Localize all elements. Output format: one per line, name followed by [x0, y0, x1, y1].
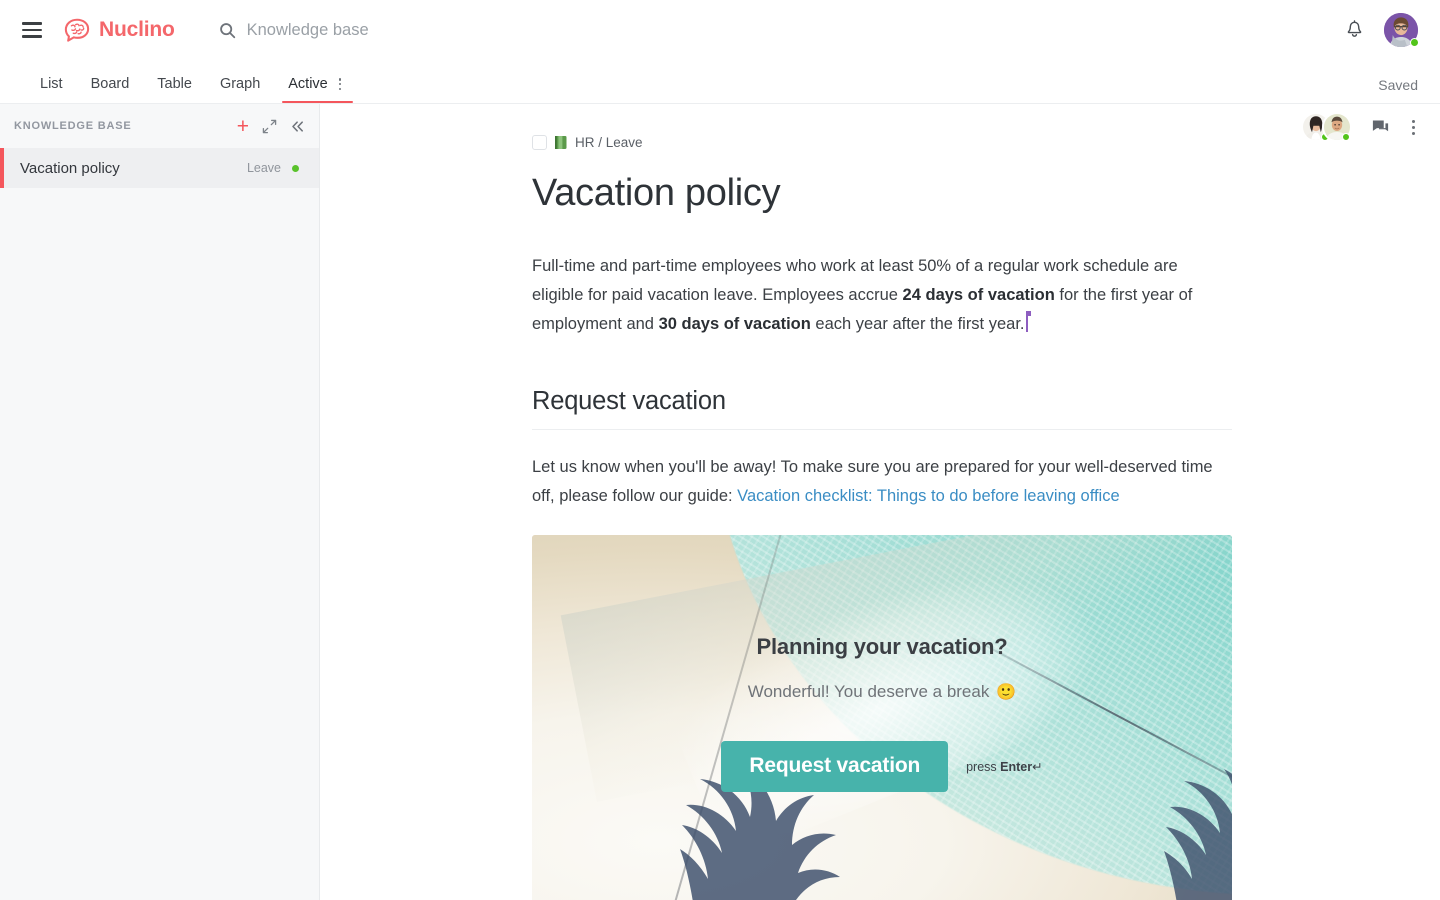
global-search[interactable]: Knowledge base: [219, 21, 1345, 40]
document-pane: HR / Leave Vacation policy Full-time and…: [320, 104, 1440, 900]
view-tabs-bar: List Board Table Graph Active Saved: [0, 60, 1440, 104]
page-title[interactable]: Vacation policy: [532, 172, 1232, 216]
card-action-row: Request vacation press Enter↵: [721, 740, 1043, 792]
para-text-3: each year after the first year.: [810, 314, 1025, 333]
brand-name: Nuclino: [99, 18, 175, 41]
section-heading-request-vacation[interactable]: Request vacation: [532, 387, 1232, 430]
search-input-placeholder: Knowledge base: [246, 20, 369, 39]
tab-table[interactable]: Table: [143, 76, 206, 103]
vacation-request-card[interactable]: Planning your vacation? Wonderful! You d…: [532, 534, 1232, 900]
sidebar-item-vacation-policy[interactable]: Vacation policy Leave: [0, 148, 319, 188]
user-avatar[interactable]: [1384, 13, 1419, 47]
plus-icon: +: [236, 114, 249, 138]
green-book-icon: [554, 135, 568, 150]
collaborator-cursor-caret: [1025, 310, 1030, 332]
header-right-actions: [1345, 13, 1419, 47]
card-heading: Planning your vacation?: [756, 633, 1008, 659]
document-content: HR / Leave Vacation policy Full-time and…: [532, 104, 1232, 900]
tab-list[interactable]: List: [26, 76, 77, 103]
expand-button[interactable]: [262, 119, 277, 134]
bell-icon[interactable]: [1345, 20, 1364, 40]
breadcrumb-path: HR / Leave: [575, 134, 643, 150]
top-header-bar: Nuclino Knowledge base: [0, 0, 1440, 60]
sidebar-item-label: Vacation policy: [20, 159, 120, 177]
request-vacation-button[interactable]: Request vacation: [721, 740, 949, 792]
sidebar: KNOWLEDGE BASE + Vacation policy Leave: [0, 104, 320, 900]
tab-label: List: [40, 76, 63, 92]
sidebar-item-tag: Leave: [246, 161, 281, 175]
brand-logo[interactable]: Nuclino: [62, 17, 175, 43]
para-bold-30-days: 30 days of vacation: [658, 314, 811, 333]
keyboard-hint: press Enter↵: [966, 759, 1042, 774]
search-icon: [219, 22, 236, 39]
tab-active[interactable]: Active: [274, 76, 355, 103]
tab-graph[interactable]: Graph: [206, 76, 274, 103]
card-overlay-content: Planning your vacation? Wonderful! You d…: [532, 535, 1232, 900]
para-bold-24-days: 24 days of vacation: [902, 285, 1055, 304]
sidebar-title: KNOWLEDGE BASE: [14, 120, 132, 132]
tab-label: Board: [90, 76, 130, 92]
paragraph-eligibility[interactable]: Full-time and part-time employees who wo…: [532, 252, 1232, 339]
hint-prefix: press: [966, 759, 1001, 774]
view-tabs: List Board Table Graph Active: [26, 76, 355, 103]
slightly-smiling-face-icon: 🙂: [996, 683, 1017, 701]
collapse-sidebar-button[interactable]: [290, 119, 305, 134]
breadcrumb[interactable]: HR / Leave: [532, 132, 1232, 152]
tab-label: Table: [157, 76, 192, 92]
card-subheading-text: Wonderful! You deserve a break: [747, 681, 990, 701]
tab-label: Graph: [219, 76, 261, 92]
empty-checkbox-icon[interactable]: [532, 134, 547, 150]
vertical-dots-icon[interactable]: [338, 78, 342, 91]
tab-board[interactable]: Board: [77, 76, 144, 103]
status-dot-online: [1410, 38, 1419, 47]
save-status: Saved: [1378, 77, 1418, 93]
enter-return-arrow-icon: ↵: [1032, 759, 1043, 774]
status-dot-icon: [292, 164, 299, 172]
tab-label: Active: [288, 76, 328, 92]
add-item-button[interactable]: +: [237, 116, 249, 137]
sidebar-header: KNOWLEDGE BASE +: [0, 104, 319, 148]
nuclino-brain-logo-icon: [62, 17, 92, 43]
hint-key: Enter: [1000, 759, 1033, 774]
collapse-sidebar-icon: [290, 119, 305, 134]
expand-icon: [262, 119, 277, 134]
link-vacation-checklist[interactable]: Vacation checklist: Things to do before …: [737, 487, 1119, 505]
card-subheading: Wonderful! You deserve a break 🙂: [748, 682, 1017, 702]
paragraph-request-guide[interactable]: Let us know when you'll be away! To make…: [532, 453, 1232, 511]
hamburger-menu-icon[interactable]: [22, 22, 42, 38]
